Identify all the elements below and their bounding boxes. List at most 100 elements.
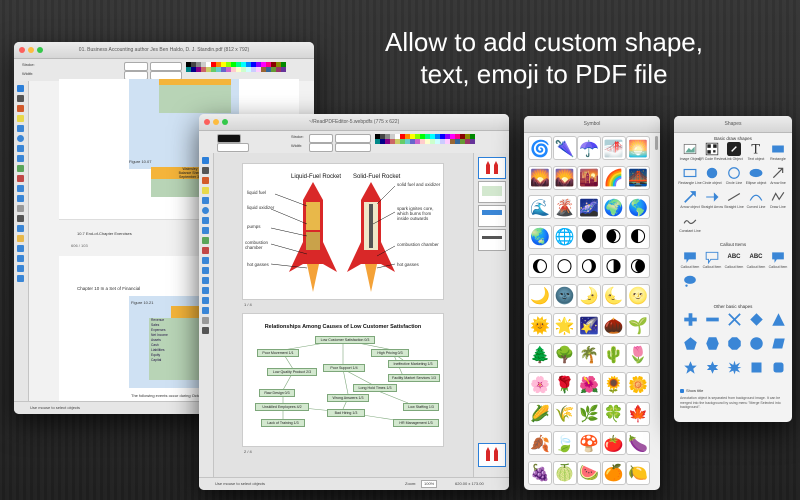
emoji-symbol[interactable]: 🌕 bbox=[552, 254, 577, 278]
emoji-symbol[interactable]: 🌉 bbox=[626, 165, 650, 190]
shape-button[interactable] bbox=[680, 312, 700, 327]
emoji-symbol[interactable]: 🌓 bbox=[626, 224, 650, 249]
shape-button[interactable]: Constant Line bbox=[679, 214, 701, 233]
image-tool-icon[interactable] bbox=[17, 165, 24, 172]
shape-button[interactable]: Curved Line bbox=[746, 190, 766, 209]
emoji-symbol[interactable]: 🌱 bbox=[626, 313, 650, 337]
emoji-symbol[interactable]: 🌿 bbox=[577, 401, 601, 426]
color-palette[interactable] bbox=[186, 62, 286, 72]
diagram-node[interactable]: Long Hold Times 1/3 bbox=[353, 384, 397, 392]
diagram-node[interactable]: Raw Design 0/3 bbox=[259, 389, 295, 397]
callout-tool-icon[interactable] bbox=[202, 257, 209, 264]
close-button[interactable] bbox=[19, 47, 25, 53]
emoji-symbol[interactable]: 🌟 bbox=[552, 313, 577, 337]
emoji-symbol[interactable]: 🌹 bbox=[552, 372, 577, 396]
arrow-tool-icon[interactable] bbox=[17, 155, 24, 162]
highlight-tool-icon[interactable] bbox=[202, 187, 209, 194]
emoji-symbol[interactable]: 🌋 bbox=[552, 195, 577, 219]
emoji-symbol[interactable]: 🌏 bbox=[528, 224, 552, 249]
emoji-symbol[interactable]: 🌘 bbox=[626, 254, 650, 278]
rectangle-tool-icon[interactable] bbox=[17, 125, 24, 132]
emoji-symbol[interactable]: 🌄 bbox=[552, 165, 577, 190]
emoji-symbol[interactable]: 🌊 bbox=[528, 195, 552, 219]
shape-button[interactable]: Image Object bbox=[680, 142, 700, 161]
text-tool-icon[interactable] bbox=[17, 95, 24, 102]
font-field[interactable] bbox=[217, 143, 249, 152]
shape-button[interactable]: Straight Arrow bbox=[701, 190, 723, 209]
emoji-symbol[interactable]: 🌼 bbox=[626, 372, 650, 396]
shape-button[interactable]: Straight Line bbox=[724, 190, 744, 209]
emoji-symbol[interactable]: 🍁 bbox=[626, 401, 650, 426]
shape-button[interactable] bbox=[680, 336, 700, 351]
shape-tool-icon[interactable] bbox=[17, 195, 24, 202]
shape-button[interactable]: Circle Line bbox=[724, 166, 744, 185]
emoji-symbol[interactable]: 🌁 bbox=[601, 136, 626, 160]
circle-tool-icon[interactable] bbox=[17, 135, 24, 142]
callout-button[interactable]: ABC Callout Item bbox=[724, 250, 744, 269]
diagram-node[interactable]: Lack of Training 1/3 bbox=[261, 419, 305, 427]
shape-tool-icon[interactable] bbox=[202, 267, 209, 274]
emoji-symbol[interactable]: 🌎 bbox=[626, 195, 650, 219]
crop-tool-icon[interactable] bbox=[202, 327, 209, 334]
diagram-node[interactable]: Unskilled Employees 4/2 bbox=[255, 403, 309, 411]
blue-shape-tool-icon[interactable] bbox=[17, 275, 24, 282]
emoji-symbol[interactable]: 🌞 bbox=[528, 313, 552, 337]
shape-button[interactable] bbox=[680, 360, 700, 375]
circle-tool-icon[interactable] bbox=[202, 207, 209, 214]
emoji-symbol[interactable]: 🍊 bbox=[601, 460, 626, 485]
emoji-symbol[interactable]: 🌸 bbox=[528, 372, 552, 396]
diagram-node[interactable]: High Pricing 0/3 bbox=[371, 349, 409, 357]
shape-button[interactable] bbox=[746, 312, 766, 327]
shape-button[interactable]: Link Object bbox=[724, 142, 744, 161]
image-tool-icon[interactable] bbox=[202, 237, 209, 244]
shape-button[interactable]: Arrow line bbox=[768, 166, 788, 185]
emoji-symbol[interactable]: 🌠 bbox=[577, 313, 601, 337]
shape-button[interactable] bbox=[702, 312, 722, 327]
note-tool-icon[interactable] bbox=[17, 235, 24, 242]
callout-button[interactable] bbox=[680, 274, 700, 288]
shape-button[interactable]: Draw Line bbox=[768, 190, 788, 209]
zoom-select[interactable]: 100% bbox=[421, 480, 438, 488]
blue-shape-tool-icon[interactable] bbox=[17, 265, 24, 272]
blue-shape-tool-icon[interactable] bbox=[202, 307, 209, 314]
page-thumbnail[interactable] bbox=[478, 181, 506, 203]
shape-button[interactable] bbox=[724, 336, 744, 351]
pen-tool-icon[interactable] bbox=[202, 177, 209, 184]
shape-button[interactable]: Rectangle Line bbox=[678, 166, 702, 185]
diagram-node[interactable]: Ineffective Marketing 1/3 bbox=[388, 360, 438, 368]
emoji-symbol[interactable]: 🌌 bbox=[577, 195, 601, 219]
color-swatch[interactable] bbox=[281, 67, 286, 72]
emoji-symbol[interactable]: 🍃 bbox=[552, 431, 577, 455]
callout-button[interactable]: Callout Item bbox=[768, 250, 788, 269]
emoji-symbol[interactable]: ☂️ bbox=[577, 136, 601, 160]
emoji-symbol[interactable]: 🌀 bbox=[528, 136, 552, 160]
close-button[interactable] bbox=[204, 119, 210, 125]
diagram-node[interactable]: Poor Support 1/4 bbox=[323, 364, 365, 372]
emoji-symbol[interactable]: 🍇 bbox=[528, 460, 552, 485]
emoji-symbol[interactable]: 🌷 bbox=[626, 342, 650, 367]
shape-button[interactable] bbox=[746, 336, 766, 351]
emoji-symbol[interactable]: 🌂 bbox=[552, 136, 577, 160]
shape-button[interactable]: Arrow object bbox=[680, 190, 700, 209]
callout-button[interactable]: Callout Item bbox=[680, 250, 700, 269]
line-tool-icon[interactable] bbox=[17, 145, 24, 152]
emoji-symbol[interactable]: 🌍 bbox=[601, 195, 626, 219]
emoji-symbol[interactable]: 🍂 bbox=[528, 431, 552, 455]
emoji-symbol[interactable]: 🌖 bbox=[577, 254, 601, 278]
text-tool-icon[interactable] bbox=[202, 167, 209, 174]
line-tool-icon[interactable] bbox=[202, 217, 209, 224]
show-title-checkbox[interactable] bbox=[680, 388, 684, 393]
emoji-symbol[interactable]: 🌚 bbox=[552, 283, 577, 308]
minimize-button[interactable] bbox=[213, 119, 219, 125]
page-thumbnail[interactable] bbox=[478, 157, 506, 179]
shape-button[interactable] bbox=[768, 336, 788, 351]
font-size-field[interactable] bbox=[150, 62, 182, 71]
document-canvas[interactable]: Liquid-Fuel Rocket Solid-Fuel Rocket liq… bbox=[214, 153, 473, 478]
emoji-symbol[interactable]: 🌻 bbox=[601, 372, 626, 396]
emoji-symbol[interactable]: 🌲 bbox=[528, 342, 552, 367]
shape-button[interactable] bbox=[724, 360, 744, 375]
zoom-button[interactable] bbox=[222, 119, 228, 125]
emoji-symbol[interactable]: 🌔 bbox=[528, 254, 552, 278]
diagram-node[interactable]: Bad Hiring 1/3 bbox=[327, 409, 365, 417]
callout-button[interactable]: ABC Callout Item bbox=[746, 250, 766, 269]
